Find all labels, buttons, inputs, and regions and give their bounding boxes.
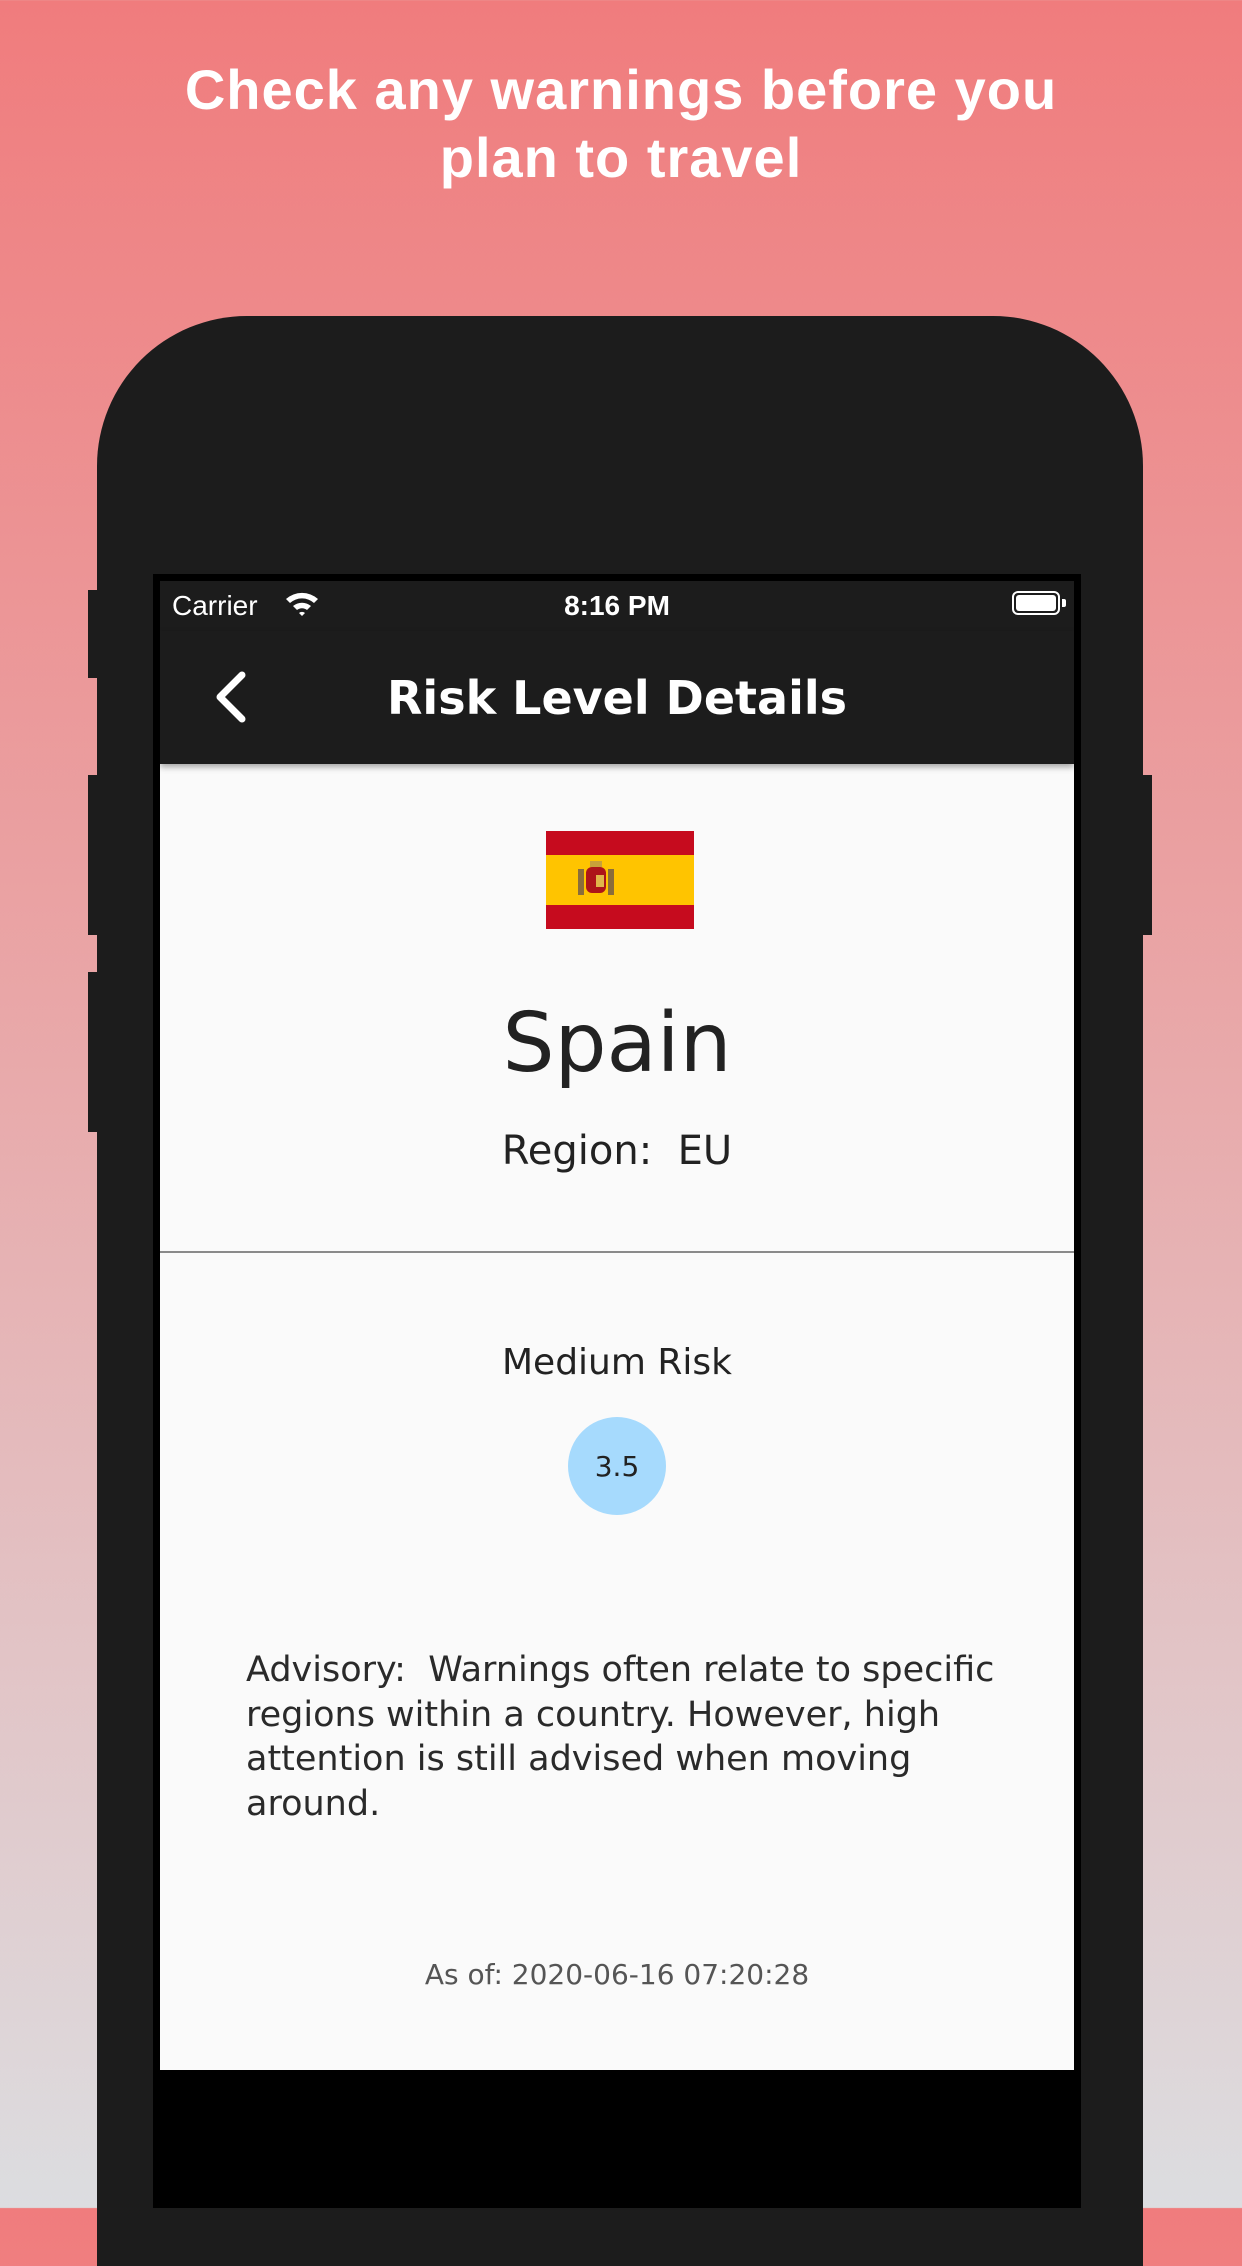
battery-icon xyxy=(1012,591,1066,615)
promo-headline-line-2: plan to travel xyxy=(439,126,803,189)
risk-score-value: 3.5 xyxy=(594,1449,640,1483)
last-updated-timestamp: As of: 2020-06-16 07:20:28 xyxy=(424,1958,810,1991)
spain-flag-icon xyxy=(546,831,694,929)
phone-screen: Carrier 8:16 PM Risk Level Details Spain… xyxy=(153,574,1081,2208)
risk-score-badge: 3.5 xyxy=(568,1417,666,1515)
advisory-text: Advisory: Warnings often relate to speci… xyxy=(246,1650,1006,1824)
country-region: Region: EU xyxy=(501,1128,733,1174)
section-divider xyxy=(160,1251,1074,1253)
navigation-bar: Risk Level Details xyxy=(160,631,1074,764)
risk-details-content: Spain Region: EU Medium Risk 3.5 Advisor… xyxy=(160,764,1074,2070)
status-bar: Carrier 8:16 PM xyxy=(160,581,1074,631)
status-time: 8:16 PM xyxy=(564,590,670,621)
promo-headline: Check any warnings before you plan to tr… xyxy=(0,56,1242,192)
page-title: Risk Level Details xyxy=(387,671,847,725)
country-name: Spain xyxy=(502,996,732,1091)
promo-headline-line-1: Check any warnings before you xyxy=(184,58,1058,121)
risk-level-label: Medium Risk xyxy=(501,1342,732,1383)
